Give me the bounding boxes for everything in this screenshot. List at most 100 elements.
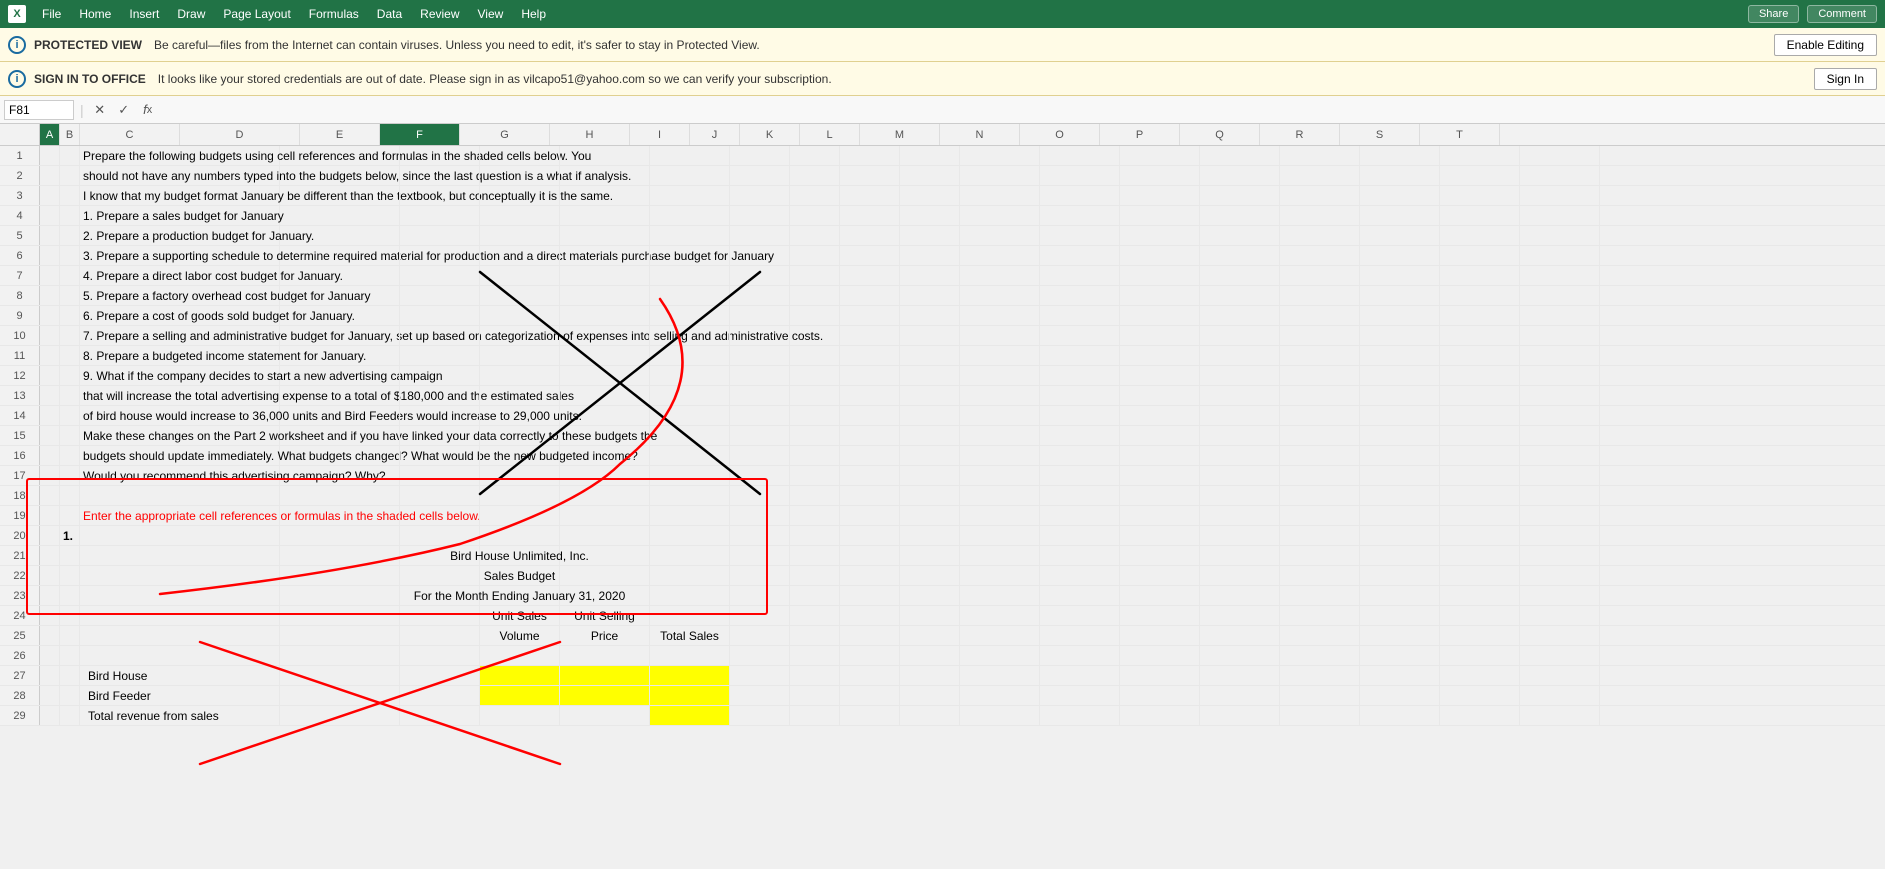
cell-22-p[interactable]: [1200, 566, 1280, 585]
cell-1-f[interactable]: [480, 146, 560, 165]
cell-12-e[interactable]: [400, 366, 480, 385]
cell-13-i[interactable]: [730, 386, 790, 405]
cell-15-m[interactable]: [960, 426, 1040, 445]
cell-25-o[interactable]: [1120, 626, 1200, 645]
cell-20-r[interactable]: [1360, 526, 1440, 545]
cell-13-b[interactable]: [60, 386, 80, 405]
cell-12-c[interactable]: 9. What if the company decides to start …: [80, 366, 280, 385]
cell-6-g[interactable]: [560, 246, 650, 265]
cell-15-a[interactable]: [40, 426, 60, 445]
cell-28-h[interactable]: [650, 686, 730, 705]
col-header-s[interactable]: S: [1340, 124, 1420, 145]
cell-24-l[interactable]: [900, 606, 960, 625]
cell-21-r[interactable]: [1360, 546, 1440, 565]
cell-3-n[interactable]: [1040, 186, 1120, 205]
cell-8-q[interactable]: [1280, 286, 1360, 305]
cell-4-r[interactable]: [1360, 206, 1440, 225]
cell-5-j[interactable]: [790, 226, 840, 245]
col-header-q[interactable]: Q: [1180, 124, 1260, 145]
cell-2-f[interactable]: [480, 166, 560, 185]
cell-10-e[interactable]: [400, 326, 480, 345]
cell-28-g[interactable]: [560, 686, 650, 705]
cell-27-b[interactable]: [60, 666, 80, 685]
cell-20-m[interactable]: [960, 526, 1040, 545]
col-header-p[interactable]: P: [1100, 124, 1180, 145]
cell-11-t[interactable]: [1520, 346, 1600, 365]
cell-7-p[interactable]: [1200, 266, 1280, 285]
cell-19-k[interactable]: [840, 506, 900, 525]
cell-22-f[interactable]: Sales Budget: [480, 566, 560, 585]
cell-14-q[interactable]: [1280, 406, 1360, 425]
cell-24-b[interactable]: [60, 606, 80, 625]
cell-22-a[interactable]: [40, 566, 60, 585]
cell-22-t[interactable]: [1520, 566, 1600, 585]
cell-20-f[interactable]: [480, 526, 560, 545]
cell-20-l[interactable]: [900, 526, 960, 545]
row-number-1[interactable]: 1: [0, 146, 40, 165]
cell-28-c[interactable]: Bird Feeder: [80, 686, 280, 705]
cell-22-c[interactable]: [80, 566, 280, 585]
cell-5-a[interactable]: [40, 226, 60, 245]
cell-19-t[interactable]: [1520, 506, 1600, 525]
cell-25-p[interactable]: [1200, 626, 1280, 645]
cell-13-d[interactable]: [280, 386, 400, 405]
cell-24-a[interactable]: [40, 606, 60, 625]
cell-1-k[interactable]: [840, 146, 900, 165]
cell-15-k[interactable]: [840, 426, 900, 445]
cell-18-a[interactable]: [40, 486, 60, 505]
cell-6-i[interactable]: [730, 246, 790, 265]
cell-1-c[interactable]: Prepare the following budgets using cell…: [80, 146, 280, 165]
cell-20-g[interactable]: [560, 526, 650, 545]
cell-20-n[interactable]: [1040, 526, 1120, 545]
formula-input[interactable]: [162, 103, 1881, 117]
cell-13-e[interactable]: [400, 386, 480, 405]
cell-19-r[interactable]: [1360, 506, 1440, 525]
cell-5-r[interactable]: [1360, 226, 1440, 245]
cell-11-g[interactable]: [560, 346, 650, 365]
cell-27-p[interactable]: [1200, 666, 1280, 685]
cell-5-e[interactable]: [400, 226, 480, 245]
menu-item-home[interactable]: Home: [71, 4, 119, 24]
cell-25-j[interactable]: [790, 626, 840, 645]
cell-22-l[interactable]: [900, 566, 960, 585]
cell-24-k[interactable]: [840, 606, 900, 625]
cell-23-i[interactable]: [730, 586, 790, 605]
cell-15-n[interactable]: [1040, 426, 1120, 445]
row-number-11[interactable]: 11: [0, 346, 40, 365]
cell-11-p[interactable]: [1200, 346, 1280, 365]
cell-17-f[interactable]: [480, 466, 560, 485]
cell-15-i[interactable]: [730, 426, 790, 445]
cell-13-q[interactable]: [1280, 386, 1360, 405]
cell-13-r[interactable]: [1360, 386, 1440, 405]
row-number-3[interactable]: 3: [0, 186, 40, 205]
cell-20-o[interactable]: [1120, 526, 1200, 545]
cell-26-e[interactable]: [400, 646, 480, 665]
cell-3-a[interactable]: [40, 186, 60, 205]
col-header-h[interactable]: H: [550, 124, 630, 145]
cell-8-r[interactable]: [1360, 286, 1440, 305]
cell-6-q[interactable]: [1280, 246, 1360, 265]
cell-22-h[interactable]: [650, 566, 730, 585]
cell-19-c[interactable]: Enter the appropriate cell references or…: [80, 506, 280, 525]
cell-19-p[interactable]: [1200, 506, 1280, 525]
cell-19-m[interactable]: [960, 506, 1040, 525]
cell-24-c[interactable]: [80, 606, 280, 625]
cell-28-s[interactable]: [1440, 686, 1520, 705]
cell-20-a[interactable]: [40, 526, 60, 545]
cell-8-o[interactable]: [1120, 286, 1200, 305]
cell-2-h[interactable]: [650, 166, 730, 185]
cell-7-s[interactable]: [1440, 266, 1520, 285]
cell-2-n[interactable]: [1040, 166, 1120, 185]
cell-16-d[interactable]: [280, 446, 400, 465]
cell-12-f[interactable]: [480, 366, 560, 385]
cell-8-l[interactable]: [900, 286, 960, 305]
cell-23-t[interactable]: [1520, 586, 1600, 605]
cell-28-d[interactable]: [280, 686, 400, 705]
cell-14-r[interactable]: [1360, 406, 1440, 425]
cell-8-k[interactable]: [840, 286, 900, 305]
row-number-10[interactable]: 10: [0, 326, 40, 345]
cell-5-t[interactable]: [1520, 226, 1600, 245]
cell-22-k[interactable]: [840, 566, 900, 585]
cell-2-s[interactable]: [1440, 166, 1520, 185]
cell-6-j[interactable]: [790, 246, 840, 265]
